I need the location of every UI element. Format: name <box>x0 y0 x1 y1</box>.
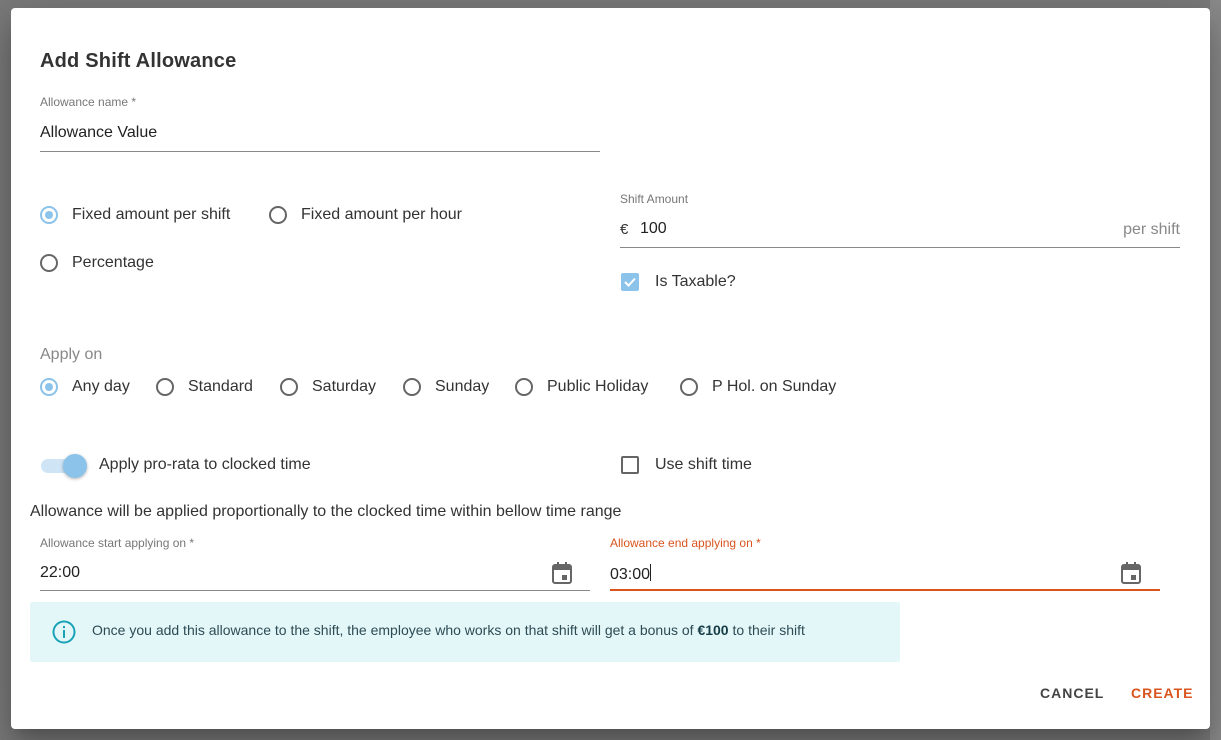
shift-amount-underline <box>620 247 1180 248</box>
apply-on-public-holiday[interactable]: Public Holiday <box>515 378 648 396</box>
is-taxable-checkbox[interactable]: Is Taxable? <box>621 273 736 291</box>
shift-amount-label: Shift Amount <box>620 192 689 206</box>
apply-on-phol-sunday-control[interactable] <box>680 378 698 396</box>
allowance-name-input[interactable]: Allowance Value <box>40 124 157 142</box>
pro-rata-label: Apply pro-rata to clocked time <box>99 456 311 473</box>
apply-on-any-day-control[interactable] <box>40 378 58 396</box>
calendar-icon[interactable] <box>551 561 573 590</box>
add-shift-allowance-dialog: Add Shift Allowance Allowance name * All… <box>11 8 1210 729</box>
per-shift-suffix: per shift <box>1123 221 1180 238</box>
radio-fixed-per-shift-control[interactable] <box>40 206 58 224</box>
dialog-title: Add Shift Allowance <box>40 50 237 72</box>
apply-on-sunday-control[interactable] <box>403 378 421 396</box>
create-button[interactable]: CREATE <box>1131 685 1194 701</box>
use-shift-time-checkbox[interactable]: Use shift time <box>621 456 752 474</box>
text-cursor <box>650 564 652 581</box>
cancel-button[interactable]: CANCEL <box>1040 685 1104 701</box>
apply-on-label: Apply on <box>40 346 103 363</box>
apply-on-sunday[interactable]: Sunday <box>403 378 489 396</box>
allowance-name-label: Allowance name * <box>40 95 137 109</box>
is-taxable-checkbox-control[interactable] <box>621 273 639 291</box>
info-text-after: to their shift <box>728 622 805 638</box>
currency-prefix: € <box>620 221 629 238</box>
shift-amount-input[interactable]: 100 <box>640 220 667 238</box>
apply-on-saturday-control[interactable] <box>280 378 298 396</box>
apply-on-standard-control[interactable] <box>156 378 174 396</box>
end-time-value: 03:00 <box>610 566 651 583</box>
radio-fixed-per-shift-label: Fixed amount per shift <box>72 206 231 223</box>
apply-on-standard[interactable]: Standard <box>156 378 253 396</box>
radio-percentage-label: Percentage <box>72 254 154 271</box>
apply-on-any-day-label: Any day <box>72 378 130 395</box>
radio-fixed-per-shift[interactable]: Fixed amount per shift <box>40 206 230 224</box>
use-shift-time-checkbox-control[interactable] <box>621 456 639 474</box>
radio-fixed-per-hour[interactable]: Fixed amount per hour <box>269 206 462 224</box>
calendar-icon[interactable] <box>1120 561 1142 590</box>
end-time-input[interactable]: 03:00 <box>610 564 652 584</box>
allowance-name-underline <box>40 151 600 152</box>
end-time-underline <box>610 589 1160 591</box>
info-text-before: Once you add this allowance to the shift… <box>92 622 698 638</box>
apply-on-phol-sunday[interactable]: P Hol. on Sunday <box>680 378 836 396</box>
apply-on-saturday-label: Saturday <box>312 378 377 395</box>
start-time-underline <box>40 590 590 591</box>
backdrop <box>1210 0 1221 740</box>
apply-on-public-holiday-label: Public Holiday <box>547 378 649 395</box>
apply-on-sunday-label: Sunday <box>435 378 490 395</box>
use-shift-time-label: Use shift time <box>655 456 752 473</box>
radio-percentage[interactable]: Percentage <box>40 254 154 272</box>
apply-on-public-holiday-control[interactable] <box>515 378 533 396</box>
start-time-input[interactable]: 22:00 <box>40 564 80 582</box>
info-text: Once you add this allowance to the shift… <box>92 622 805 638</box>
pro-rata-toggle[interactable] <box>40 453 90 479</box>
start-time-label: Allowance start applying on * <box>40 536 195 550</box>
range-note: Allowance will be applied proportionally… <box>30 503 622 520</box>
apply-on-standard-label: Standard <box>188 378 253 395</box>
apply-on-phol-sunday-label: P Hol. on Sunday <box>712 378 837 395</box>
is-taxable-label: Is Taxable? <box>655 273 736 290</box>
apply-on-saturday[interactable]: Saturday <box>280 378 376 396</box>
end-time-label: Allowance end applying on * <box>610 536 761 550</box>
pro-rata-toggle-thumb[interactable] <box>63 454 87 478</box>
radio-fixed-per-hour-label: Fixed amount per hour <box>301 206 462 223</box>
apply-on-any-day[interactable]: Any day <box>40 378 130 396</box>
radio-fixed-per-hour-control[interactable] <box>269 206 287 224</box>
info-alert: Once you add this allowance to the shift… <box>30 602 900 662</box>
check-icon <box>624 277 636 287</box>
radio-percentage-control[interactable] <box>40 254 58 272</box>
info-amount: €100 <box>697 622 729 638</box>
info-icon <box>52 620 76 649</box>
